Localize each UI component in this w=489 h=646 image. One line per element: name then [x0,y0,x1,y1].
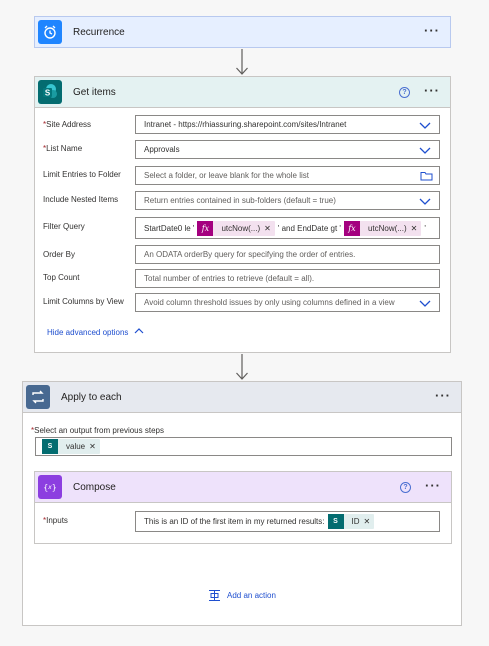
expression-icon: fx [197,220,214,236]
sharepoint-icon: S [42,439,58,454]
close-icon[interactable]: ✕ [264,224,275,233]
recurrence-menu-button[interactable]: ··· [424,24,440,37]
nested-items-label: Include Nested Items [43,195,119,204]
connector-arrow [236,354,248,380]
chevron-up-icon [134,328,144,334]
apply-to-each-title: Apply to each [61,392,122,403]
add-action-button[interactable]: Add an action [208,589,276,602]
utcnow-token[interactable]: fx utcNow(...) ✕ [343,220,422,236]
clock-icon [38,20,62,44]
get-items-header[interactable]: S Get items ? ··· [35,77,450,108]
help-icon[interactable]: ? [400,482,411,493]
filter-text-2: ' and EndDate gt ' [277,223,341,233]
site-address-value: Intranet - https://rhiassuring.sharepoin… [144,120,347,129]
order-by-input[interactable]: An ODATA orderBy query for specifying th… [135,245,440,264]
token-label: utcNow(...) [367,223,407,233]
list-name-label: *List Name [43,144,83,153]
inputs-label: *Inputs [43,516,68,525]
order-by-label: Order By [43,250,76,259]
id-token[interactable]: S ID ✕ [327,514,375,529]
top-count-label: Top Count [43,273,80,282]
limit-columns-dropdown[interactable]: Avoid column threshold issues by only us… [135,293,440,312]
chevron-down-icon[interactable] [419,145,431,155]
recurrence-card[interactable]: Recurrence ··· [34,16,451,48]
filter-query-input[interactable]: StartDate0 le ' fx utcNow(...) ✕ ' and E… [135,217,440,239]
filter-text-3: ' [424,223,426,233]
connector-arrow [236,49,248,75]
sharepoint-icon: S [327,514,344,529]
compose-menu-button[interactable]: ··· [425,479,441,492]
limit-folder-placeholder: Select a folder, or leave blank for the … [144,171,309,180]
apply-to-each-header[interactable]: Apply to each ··· [23,382,461,413]
limit-folder-label: Limit Entries to Folder [43,170,121,179]
limit-folder-input[interactable]: Select a folder, or leave blank for the … [135,166,440,185]
token-label: value [66,442,86,451]
loop-icon [26,385,50,409]
sharepoint-icon: S [38,80,62,104]
compose-header[interactable]: {x} Compose ? ··· [35,472,451,503]
compose-icon: {x} [38,475,62,499]
compose-card: {x} Compose ? ··· *Inputs This is an ID … [34,471,452,544]
close-icon[interactable]: ✕ [411,224,422,233]
site-address-dropdown[interactable]: Intranet - https://rhiassuring.sharepoin… [135,115,440,134]
svg-text:S: S [45,89,51,98]
select-output-input[interactable]: S value ✕ [35,437,452,456]
expression-icon: fx [343,220,360,236]
add-action-icon [209,590,220,601]
compose-title: Compose [73,482,116,493]
apply-to-each-card: Apply to each ··· *Select an output from… [22,381,462,626]
order-by-placeholder: An ODATA orderBy query for specifying th… [144,250,356,259]
select-output-label: *Select an output from previous steps [31,426,164,435]
get-items-card: S Get items ? ··· *Site Address Intranet… [34,76,451,353]
limit-columns-placeholder: Avoid column threshold issues by only us… [144,298,395,307]
nested-items-placeholder: Return entries contained in sub-folders … [144,196,336,205]
help-icon[interactable]: ? [399,87,410,98]
folder-icon[interactable] [420,171,433,181]
utcnow-token[interactable]: fx utcNow(...) ✕ [197,220,275,236]
top-count-input[interactable]: Total number of entries to retrieve (def… [135,269,440,288]
top-count-placeholder: Total number of entries to retrieve (def… [144,274,315,283]
token-label: ID [351,517,360,526]
nested-items-dropdown[interactable]: Return entries contained in sub-folders … [135,191,440,210]
close-icon[interactable]: ✕ [89,442,100,451]
site-address-label: *Site Address [43,120,92,129]
list-name-value: Approvals [144,145,180,154]
chevron-down-icon[interactable] [419,196,431,206]
token-label: utcNow(...) [221,223,261,233]
chevron-down-icon[interactable] [419,298,431,308]
limit-columns-label: Limit Columns by View [43,297,124,306]
chevron-down-icon[interactable] [419,120,431,130]
inputs-field[interactable]: This is an ID of the first item in my re… [135,511,440,532]
list-name-dropdown[interactable]: Approvals [135,140,440,159]
recurrence-title: Recurrence [73,27,125,38]
filter-text-1: StartDate0 le ' [144,223,195,233]
get-items-menu-button[interactable]: ··· [424,84,440,97]
apply-to-each-menu-button[interactable]: ··· [435,389,451,402]
inputs-text: This is an ID of the first item in my re… [144,517,325,526]
filter-query-label: Filter Query [43,222,85,231]
hide-advanced-options-link[interactable]: Hide advanced options [47,327,144,337]
close-icon[interactable]: ✕ [364,517,375,526]
get-items-title: Get items [73,87,116,98]
value-token[interactable]: S value ✕ [42,439,100,454]
